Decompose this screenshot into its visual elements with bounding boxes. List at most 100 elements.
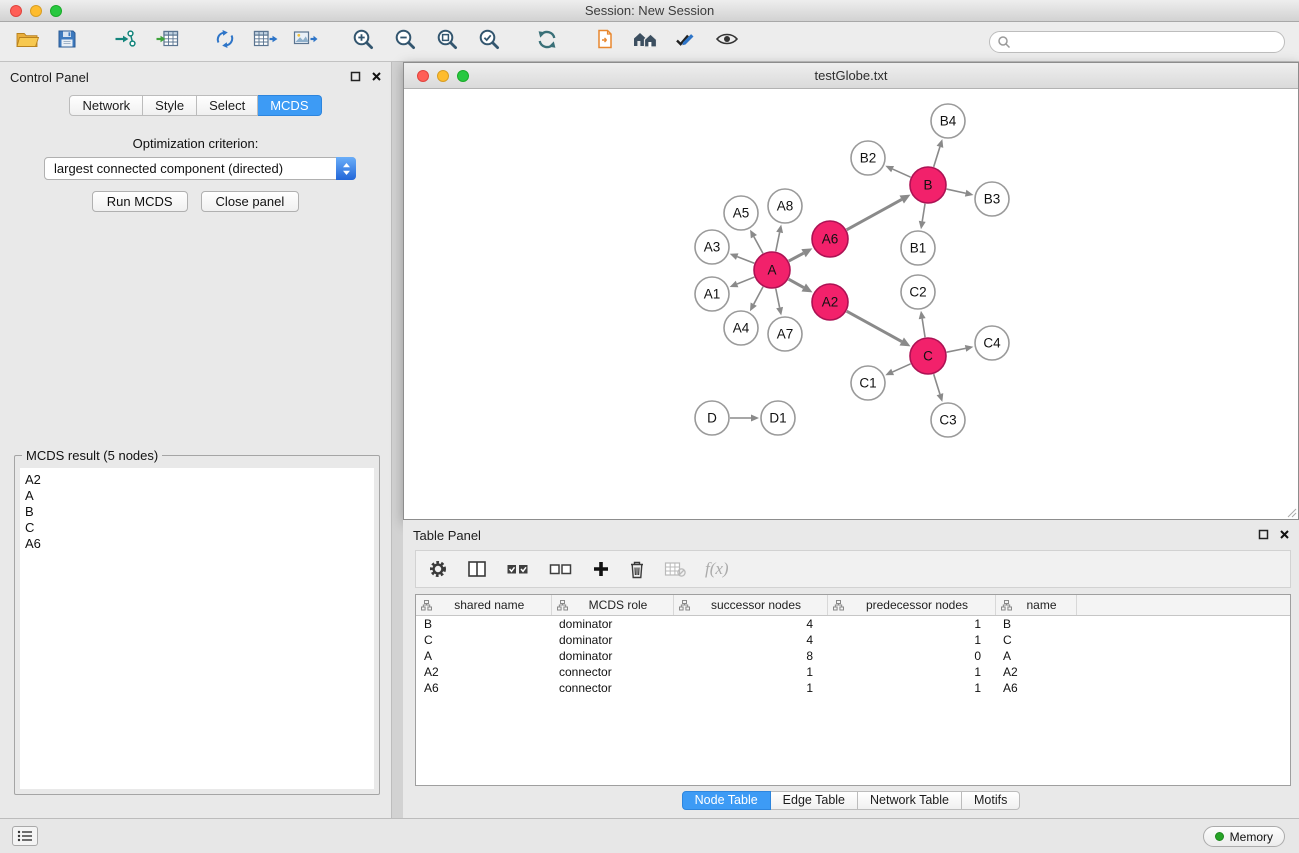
cell-shared-name[interactable]: A — [416, 648, 551, 664]
tab-network[interactable]: Network — [69, 95, 143, 116]
float-panel-icon[interactable] — [350, 71, 361, 82]
graph-node-B[interactable]: B — [910, 167, 946, 203]
refresh-view-button[interactable] — [530, 25, 564, 59]
result-item[interactable]: B — [25, 504, 374, 520]
zoom-window-button[interactable] — [50, 5, 62, 17]
graph-edge-A6-B[interactable] — [847, 195, 911, 230]
delete-column-button[interactable] — [629, 560, 645, 579]
graph-edge-A-A4[interactable] — [750, 287, 763, 311]
table-row[interactable]: A2connector11A2 — [416, 664, 1290, 680]
graph-edge-C-C4[interactable] — [947, 345, 974, 352]
memory-button[interactable]: Memory — [1203, 826, 1285, 847]
cell-shared-name[interactable]: A6 — [416, 680, 551, 696]
mcds-result-list[interactable]: A2ABCA6 — [20, 468, 374, 789]
cell-name[interactable]: A6 — [995, 680, 1076, 696]
graph-node-C[interactable]: C — [910, 338, 946, 374]
cell-shared-name[interactable]: B — [416, 616, 551, 632]
graph-edge-A2-C[interactable] — [847, 311, 911, 346]
criterion-dropdown[interactable]: largest connected component (directed) — [44, 157, 356, 180]
open-session-button[interactable] — [10, 25, 44, 59]
graph-node-A5[interactable]: A5 — [724, 196, 758, 230]
minimize-window-button[interactable] — [30, 5, 42, 17]
graph-node-A1[interactable]: A1 — [695, 277, 729, 311]
graph-node-B3[interactable]: B3 — [975, 182, 1009, 216]
network-minimize-button[interactable] — [437, 70, 449, 82]
column-header-name[interactable]: name — [995, 595, 1076, 616]
graph-node-C1[interactable]: C1 — [851, 366, 885, 400]
result-item[interactable]: A — [25, 488, 374, 504]
zoom-in-button[interactable] — [346, 25, 380, 59]
graph-node-D1[interactable]: D1 — [761, 401, 795, 435]
search-input[interactable] — [989, 31, 1285, 53]
graph-node-A2[interactable]: A2 — [812, 284, 848, 320]
cell-name[interactable]: A2 — [995, 664, 1076, 680]
graph-node-B1[interactable]: B1 — [901, 231, 935, 265]
export-image-button[interactable] — [288, 25, 322, 59]
resize-grip[interactable] — [1285, 506, 1297, 518]
cell-mcds-role[interactable]: dominator — [551, 648, 673, 664]
export-table-button[interactable] — [248, 25, 282, 59]
close-panel-button[interactable]: Close panel — [201, 191, 300, 212]
column-header-shared-name[interactable]: shared name — [416, 595, 551, 616]
cell-mcds-role[interactable]: dominator — [551, 632, 673, 648]
graph-node-A[interactable]: A — [754, 252, 790, 288]
table-row[interactable]: Cdominator41C — [416, 632, 1290, 648]
cell-successor-nodes[interactable]: 1 — [673, 680, 827, 696]
graph-node-C2[interactable]: C2 — [901, 275, 935, 309]
cell-mcds-role[interactable]: dominator — [551, 616, 673, 632]
graph-edge-B-B4[interactable] — [934, 139, 944, 167]
graph-node-C3[interactable]: C3 — [931, 403, 965, 437]
graph-node-A3[interactable]: A3 — [695, 230, 729, 264]
show-hide-button[interactable] — [710, 25, 744, 59]
cell-predecessor-nodes[interactable]: 1 — [827, 616, 995, 632]
table-settings-button[interactable] — [428, 559, 448, 579]
graph-node-A4[interactable]: A4 — [724, 311, 758, 345]
home-button[interactable] — [628, 25, 662, 59]
graph-edge-A-A2[interactable] — [789, 279, 813, 292]
cell-successor-nodes[interactable]: 8 — [673, 648, 827, 664]
cell-shared-name[interactable]: A2 — [416, 664, 551, 680]
cell-predecessor-nodes[interactable]: 1 — [827, 664, 995, 680]
graph-edge-A-A1[interactable] — [730, 277, 755, 287]
network-canvas[interactable]: AA1A2A3A4A5A6A7A8BB1B2B3B4CC1C2C3C4DD1 — [404, 89, 1298, 519]
first-neighbors-button[interactable] — [588, 25, 622, 59]
run-mcds-button[interactable]: Run MCDS — [92, 191, 188, 212]
graph-node-D[interactable]: D — [695, 401, 729, 435]
graph-node-B4[interactable]: B4 — [931, 104, 965, 138]
cell-mcds-role[interactable]: connector — [551, 664, 673, 680]
import-network-button[interactable] — [108, 25, 142, 59]
result-item[interactable]: A2 — [25, 472, 374, 488]
tab-edge-table[interactable]: Edge Table — [771, 791, 858, 810]
zoom-out-button[interactable] — [388, 25, 422, 59]
table-row[interactable]: A6connector11A6 — [416, 680, 1290, 696]
save-session-button[interactable] — [50, 25, 84, 59]
add-column-button[interactable] — [592, 560, 610, 578]
result-item[interactable]: A6 — [25, 536, 374, 552]
cell-name[interactable]: B — [995, 616, 1076, 632]
import-table-button[interactable] — [150, 25, 184, 59]
show-columns-button[interactable] — [467, 560, 487, 578]
tab-mcds[interactable]: MCDS — [258, 95, 321, 116]
graph-edge-A-A5[interactable] — [750, 230, 763, 254]
cell-successor-nodes[interactable]: 1 — [673, 664, 827, 680]
cell-mcds-role[interactable]: connector — [551, 680, 673, 696]
network-window-titlebar[interactable]: testGlobe.txt — [404, 63, 1298, 89]
task-history-button[interactable] — [12, 826, 38, 846]
graph-node-A7[interactable]: A7 — [768, 317, 802, 351]
table-row[interactable]: Adominator80A — [416, 648, 1290, 664]
column-header-successor-nodes[interactable]: successor nodes — [673, 595, 827, 616]
select-all-button[interactable] — [506, 561, 530, 577]
graph-node-A6[interactable]: A6 — [812, 221, 848, 257]
close-table-panel-icon[interactable] — [1279, 529, 1290, 540]
apply-style-button[interactable] — [668, 25, 702, 59]
tab-style[interactable]: Style — [143, 95, 197, 116]
graph-edge-B-B3[interactable] — [947, 189, 974, 197]
graph-node-B2[interactable]: B2 — [851, 141, 885, 175]
graph-edge-C-C3[interactable] — [934, 374, 944, 402]
network-graph[interactable]: AA1A2A3A4A5A6A7A8BB1B2B3B4CC1C2C3C4DD1 — [404, 89, 1298, 519]
graph-node-A8[interactable]: A8 — [768, 189, 802, 223]
column-header-predecessor-nodes[interactable]: predecessor nodes — [827, 595, 995, 616]
network-close-button[interactable] — [417, 70, 429, 82]
table-row[interactable]: Bdominator41B — [416, 616, 1290, 632]
cell-predecessor-nodes[interactable]: 0 — [827, 648, 995, 664]
